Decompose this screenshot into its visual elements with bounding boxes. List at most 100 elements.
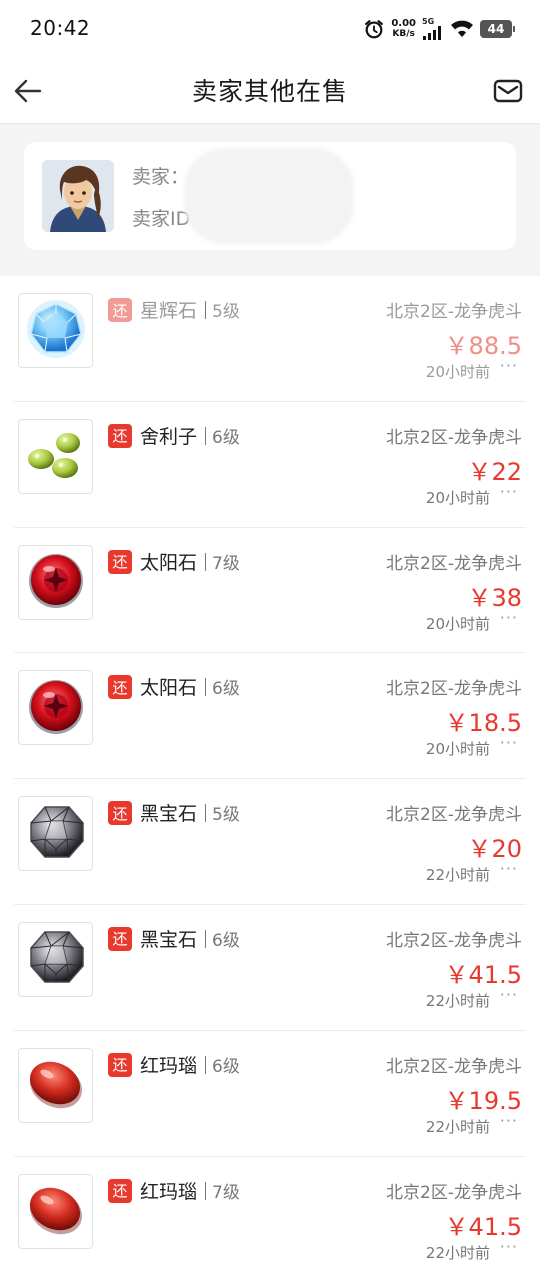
seller-section: 卖家： 卖家ID xyxy=(0,124,540,276)
more-options-icon[interactable]: ··· xyxy=(500,1237,518,1256)
divider xyxy=(205,804,207,823)
item-thumbnail[interactable] xyxy=(18,796,93,872)
item-server: 北京2区-龙争虎斗 xyxy=(386,679,522,700)
bargain-badge: 还 xyxy=(108,1052,132,1077)
list-item[interactable]: 还红玛瑙 6级 北京2区-龙争虎斗 ￥19.5 22小时前 ··· xyxy=(14,1031,526,1157)
divider xyxy=(205,426,207,445)
list-item[interactable]: 还舍利子 6级 北京2区-龙争虎斗 ￥22 20小时前 ··· xyxy=(14,402,526,528)
item-time: 20小时前 xyxy=(425,488,490,507)
item-time: 20小时前 xyxy=(425,363,490,381)
item-level: 5级 xyxy=(212,302,240,322)
page-title: 卖家其他在售 xyxy=(191,77,348,106)
bargain-badge: 还 xyxy=(108,926,132,951)
more-options-icon[interactable]: ··· xyxy=(500,608,518,627)
alarm-clock-icon xyxy=(365,20,384,39)
item-name: 舍利子 xyxy=(140,425,198,448)
nav-bar: 卖家其他在售 xyxy=(0,58,540,124)
bargain-badge: 还 xyxy=(108,675,132,700)
item-thumbnail[interactable] xyxy=(18,544,93,620)
item-level: 6级 xyxy=(212,930,240,951)
item-title: 黑宝石 5级 xyxy=(140,799,240,826)
item-title: 黑宝石 6级 xyxy=(140,925,240,952)
list-item[interactable]: 还黑宝石 6级 北京2区-龙争虎斗 ￥41.5 22小时前 ··· xyxy=(14,905,526,1031)
item-time: 22小时前 xyxy=(425,1243,490,1262)
item-name: 太阳石 xyxy=(140,677,198,700)
star-gem-icon xyxy=(23,296,89,366)
status-icons: 0.00 KB/s 5G 44 xyxy=(363,16,515,42)
network-type: 5G xyxy=(422,17,435,26)
item-server: 北京2区-龙争虎斗 xyxy=(386,930,522,951)
divider xyxy=(205,552,207,571)
wifi-icon xyxy=(451,20,473,37)
divider xyxy=(205,1055,207,1074)
black-gem-icon xyxy=(23,924,89,994)
more-options-icon[interactable]: ··· xyxy=(500,356,518,375)
item-name: 红玛瑙 xyxy=(140,1054,198,1077)
list-item[interactable]: 还红玛瑙 7级 北京2区-龙争虎斗 ￥41.5 22小时前 ··· xyxy=(14,1157,526,1276)
item-server: 北京2区-龙争虎斗 xyxy=(386,1056,522,1077)
listing-list: 还星辉石 5级 北京2区-龙争虎斗 ￥88.5 20小时前 ··· 还舍利子 6级 北京2区-龙… xyxy=(0,276,540,1276)
item-time: 20小时前 xyxy=(425,614,490,633)
mail-icon xyxy=(493,79,523,103)
divider xyxy=(205,929,207,948)
bargain-badge: 还 xyxy=(108,1178,132,1203)
more-options-icon[interactable]: ··· xyxy=(500,482,518,501)
seller-avatar-image xyxy=(42,160,114,232)
seller-name-label: 卖家： xyxy=(132,166,190,188)
list-item[interactable]: 还太阳石 6级 北京2区-龙争虎斗 ￥18.5 20小时前 ··· xyxy=(14,653,526,780)
list-item[interactable]: 还星辉石 5级 北京2区-龙争虎斗 ￥88.5 20小时前 ··· xyxy=(14,276,526,402)
cellular-signal-icon xyxy=(423,26,441,40)
divider xyxy=(205,1181,207,1200)
more-options-icon[interactable]: ··· xyxy=(500,1111,518,1130)
item-server: 北京2区-龙争虎斗 xyxy=(386,805,522,826)
status-bar: 20:42 0.00 KB/s 5G 44 xyxy=(0,0,540,58)
item-level: 6级 xyxy=(212,1056,240,1077)
item-thumbnail[interactable] xyxy=(18,418,93,494)
avatar[interactable] xyxy=(42,160,114,232)
bargain-badge: 还 xyxy=(108,423,132,448)
item-level: 6级 xyxy=(212,679,240,700)
item-name: 星辉石 xyxy=(140,300,198,322)
list-item[interactable]: 还太阳石 7级 北京2区-龙争虎斗 ￥38 20小时前 ··· xyxy=(14,528,526,654)
item-thumbnail[interactable] xyxy=(18,293,93,368)
item-thumbnail[interactable] xyxy=(18,1173,93,1249)
redacted-seller-info xyxy=(184,148,354,244)
item-time: 22小时前 xyxy=(425,866,490,885)
message-button[interactable] xyxy=(488,71,528,111)
status-time: 20:42 xyxy=(30,16,91,40)
item-name: 红玛瑙 xyxy=(140,1180,198,1203)
battery-indicator: 44 xyxy=(480,20,515,38)
item-level: 5级 xyxy=(212,805,240,826)
item-name: 黑宝石 xyxy=(140,803,198,826)
item-time: 20小时前 xyxy=(425,740,490,759)
more-options-icon[interactable]: ··· xyxy=(500,985,518,1004)
divider xyxy=(205,678,207,697)
net-speed: 0.00 KB/s xyxy=(391,18,416,40)
item-name: 黑宝石 xyxy=(140,928,198,951)
bargain-badge: 还 xyxy=(108,801,132,826)
more-options-icon[interactable]: ··· xyxy=(500,733,518,752)
agate-gem-icon xyxy=(23,1176,89,1246)
sun-gem-icon xyxy=(23,547,89,617)
relic-gem-icon xyxy=(23,421,89,491)
item-title: 太阳石 7级 xyxy=(140,548,240,575)
item-name: 太阳石 xyxy=(140,551,198,574)
item-title: 太阳石 6级 xyxy=(140,673,240,700)
list-item[interactable]: 还黑宝石 5级 北京2区-龙争虎斗 ￥20 22小时前 ··· xyxy=(14,779,526,905)
item-title: 红玛瑙 6级 xyxy=(140,1051,240,1078)
item-time: 22小时前 xyxy=(425,991,490,1010)
cellular-signal: 5G xyxy=(422,18,444,40)
item-thumbnail[interactable] xyxy=(18,1047,93,1123)
bargain-badge: 还 xyxy=(108,298,132,322)
item-level: 7级 xyxy=(212,1182,240,1203)
bargain-badge: 还 xyxy=(108,549,132,574)
agate-gem-icon xyxy=(23,1050,89,1120)
black-gem-icon xyxy=(23,799,89,869)
item-server: 北京2区-龙争虎斗 xyxy=(386,427,522,448)
item-time: 22小时前 xyxy=(425,1117,490,1136)
item-thumbnail[interactable] xyxy=(18,670,93,746)
item-server: 北京2区-龙争虎斗 xyxy=(386,553,522,574)
more-options-icon[interactable]: ··· xyxy=(500,859,518,878)
seller-card[interactable]: 卖家： 卖家ID xyxy=(24,142,516,250)
item-thumbnail[interactable] xyxy=(18,921,93,997)
